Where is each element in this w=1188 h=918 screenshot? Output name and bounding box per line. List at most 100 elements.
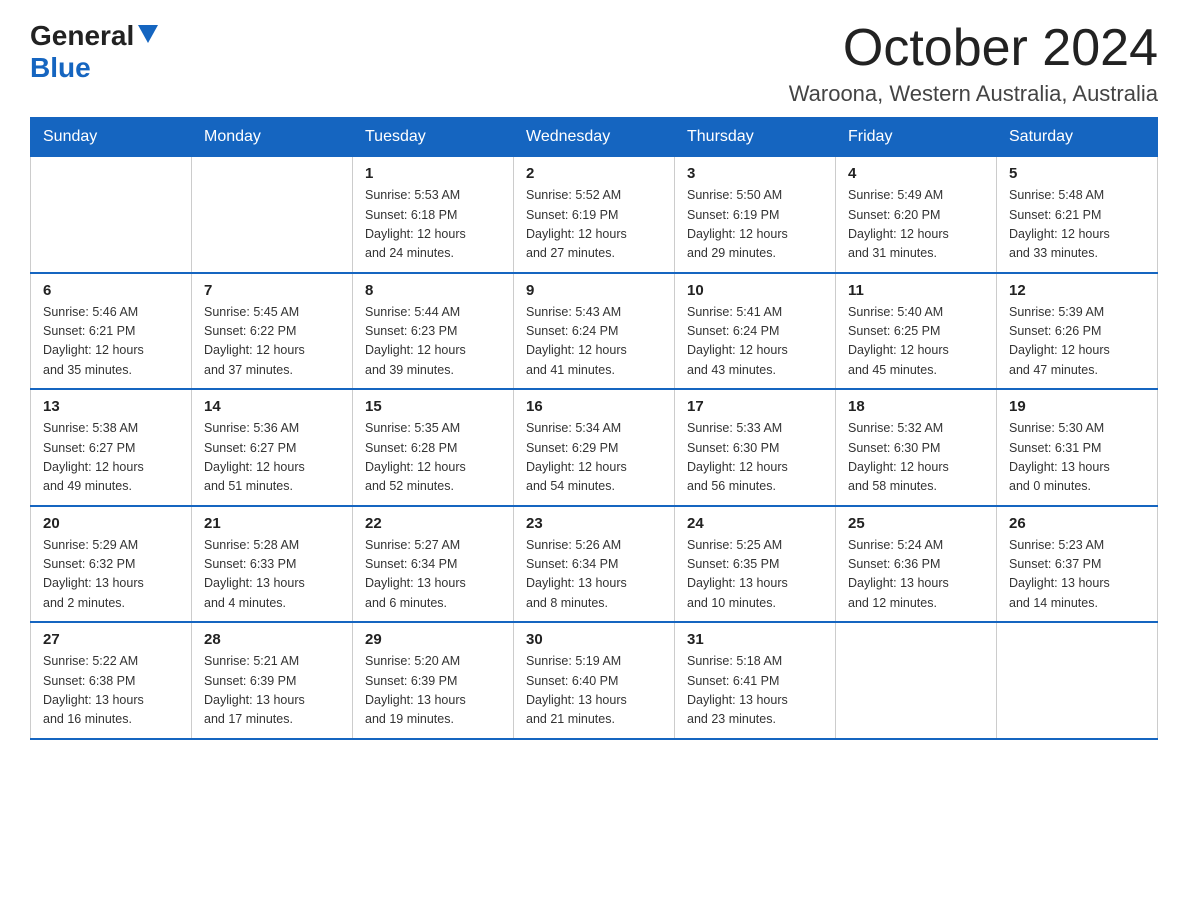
- day-info: Sunrise: 5:39 AMSunset: 6:26 PMDaylight:…: [1009, 303, 1145, 381]
- day-info: Sunrise: 5:43 AMSunset: 6:24 PMDaylight:…: [526, 303, 662, 381]
- day-info: Sunrise: 5:25 AMSunset: 6:35 PMDaylight:…: [687, 536, 823, 614]
- day-number: 16: [526, 398, 662, 415]
- day-number: 13: [43, 398, 179, 415]
- day-info: Sunrise: 5:45 AMSunset: 6:22 PMDaylight:…: [204, 303, 340, 381]
- day-number: 5: [1009, 165, 1145, 182]
- calendar-cell: 9 Sunrise: 5:43 AMSunset: 6:24 PMDaylight…: [514, 273, 675, 390]
- day-number: 30: [526, 631, 662, 648]
- day-number: 24: [687, 515, 823, 532]
- day-number: 9: [526, 282, 662, 299]
- calendar-cell: [997, 622, 1158, 739]
- calendar-cell: 14 Sunrise: 5:36 AMSunset: 6:27 PMDayligh…: [192, 389, 353, 506]
- month-title: October 2024: [789, 20, 1158, 77]
- logo-general-text: General: [30, 20, 134, 52]
- calendar-cell: 28 Sunrise: 5:21 AMSunset: 6:39 PMDayligh…: [192, 622, 353, 739]
- day-info: Sunrise: 5:36 AMSunset: 6:27 PMDaylight:…: [204, 419, 340, 497]
- weekday-header-monday: Monday: [192, 118, 353, 157]
- calendar-cell: 1 Sunrise: 5:53 AMSunset: 6:18 PMDaylight…: [353, 157, 514, 273]
- logo-blue-text: Blue: [30, 52, 91, 84]
- calendar-cell: [836, 622, 997, 739]
- day-number: 12: [1009, 282, 1145, 299]
- day-number: 25: [848, 515, 984, 532]
- day-number: 23: [526, 515, 662, 532]
- calendar-cell: 19Sunrise: 5:30 AMSunset: 6:31 PMDayligh…: [997, 389, 1158, 506]
- day-number: 29: [365, 631, 501, 648]
- calendar-cell: 31 Sunrise: 5:18 AMSunset: 6:41 PMDayligh…: [675, 622, 836, 739]
- calendar-cell: 3Sunrise: 5:50 AMSunset: 6:19 PMDaylight…: [675, 157, 836, 273]
- day-number: 22: [365, 515, 501, 532]
- calendar-cell: 13 Sunrise: 5:38 AMSunset: 6:27 PMDayligh…: [31, 389, 192, 506]
- day-number: 6: [43, 282, 179, 299]
- day-info: Sunrise: 5:32 AMSunset: 6:30 PMDaylight:…: [848, 419, 984, 497]
- day-info: Sunrise: 5:19 AMSunset: 6:40 PMDaylight:…: [526, 652, 662, 730]
- calendar-cell: 10Sunrise: 5:41 AMSunset: 6:24 PMDayligh…: [675, 273, 836, 390]
- day-number: 21: [204, 515, 340, 532]
- weekday-header-sunday: Sunday: [31, 118, 192, 157]
- calendar-cell: [192, 157, 353, 273]
- day-info: Sunrise: 5:21 AMSunset: 6:39 PMDaylight:…: [204, 652, 340, 730]
- weekday-header-saturday: Saturday: [997, 118, 1158, 157]
- day-info: Sunrise: 5:46 AMSunset: 6:21 PMDaylight:…: [43, 303, 179, 381]
- day-number: 11: [848, 282, 984, 299]
- calendar-week-row: 27 Sunrise: 5:22 AMSunset: 6:38 PMDayligh…: [31, 622, 1158, 739]
- day-info: Sunrise: 5:53 AMSunset: 6:18 PMDaylight:…: [365, 186, 501, 264]
- day-info: Sunrise: 5:44 AMSunset: 6:23 PMDaylight:…: [365, 303, 501, 381]
- day-number: 27: [43, 631, 179, 648]
- day-info: Sunrise: 5:34 AMSunset: 6:29 PMDaylight:…: [526, 419, 662, 497]
- day-info: Sunrise: 5:48 AMSunset: 6:21 PMDaylight:…: [1009, 186, 1145, 264]
- calendar-cell: 30 Sunrise: 5:19 AMSunset: 6:40 PMDayligh…: [514, 622, 675, 739]
- weekday-header-wednesday: Wednesday: [514, 118, 675, 157]
- calendar-cell: 5 Sunrise: 5:48 AMSunset: 6:21 PMDaylight…: [997, 157, 1158, 273]
- calendar-cell: 20Sunrise: 5:29 AMSunset: 6:32 PMDayligh…: [31, 506, 192, 623]
- calendar-cell: 8Sunrise: 5:44 AMSunset: 6:23 PMDaylight…: [353, 273, 514, 390]
- day-info: Sunrise: 5:22 AMSunset: 6:38 PMDaylight:…: [43, 652, 179, 730]
- day-info: Sunrise: 5:41 AMSunset: 6:24 PMDaylight:…: [687, 303, 823, 381]
- day-info: Sunrise: 5:24 AMSunset: 6:36 PMDaylight:…: [848, 536, 984, 614]
- calendar-table: SundayMondayTuesdayWednesdayThursdayFrid…: [30, 117, 1158, 740]
- day-info: Sunrise: 5:33 AMSunset: 6:30 PMDaylight:…: [687, 419, 823, 497]
- day-number: 18: [848, 398, 984, 415]
- day-number: 28: [204, 631, 340, 648]
- title-section: October 2024 Waroona, Western Australia,…: [789, 20, 1158, 107]
- day-number: 1: [365, 165, 501, 182]
- day-info: Sunrise: 5:38 AMSunset: 6:27 PMDaylight:…: [43, 419, 179, 497]
- calendar-cell: 2 Sunrise: 5:52 AMSunset: 6:19 PMDaylight…: [514, 157, 675, 273]
- day-number: 17: [687, 398, 823, 415]
- logo-triangle-icon: [138, 25, 158, 47]
- calendar-cell: [31, 157, 192, 273]
- calendar-cell: 25 Sunrise: 5:24 AMSunset: 6:36 PMDayligh…: [836, 506, 997, 623]
- page-header: General Blue October 2024 Waroona, Weste…: [30, 20, 1158, 107]
- day-number: 14: [204, 398, 340, 415]
- calendar-week-row: 20Sunrise: 5:29 AMSunset: 6:32 PMDayligh…: [31, 506, 1158, 623]
- location-title: Waroona, Western Australia, Australia: [789, 81, 1158, 107]
- calendar-cell: 15 Sunrise: 5:35 AMSunset: 6:28 PMDayligh…: [353, 389, 514, 506]
- day-info: Sunrise: 5:23 AMSunset: 6:37 PMDaylight:…: [1009, 536, 1145, 614]
- day-number: 15: [365, 398, 501, 415]
- day-info: Sunrise: 5:35 AMSunset: 6:28 PMDaylight:…: [365, 419, 501, 497]
- day-info: Sunrise: 5:52 AMSunset: 6:19 PMDaylight:…: [526, 186, 662, 264]
- day-info: Sunrise: 5:50 AMSunset: 6:19 PMDaylight:…: [687, 186, 823, 264]
- day-number: 20: [43, 515, 179, 532]
- day-number: 2: [526, 165, 662, 182]
- calendar-cell: 11Sunrise: 5:40 AMSunset: 6:25 PMDayligh…: [836, 273, 997, 390]
- calendar-cell: 23 Sunrise: 5:26 AMSunset: 6:34 PMDayligh…: [514, 506, 675, 623]
- calendar-cell: 24 Sunrise: 5:25 AMSunset: 6:35 PMDayligh…: [675, 506, 836, 623]
- calendar-cell: 17 Sunrise: 5:33 AMSunset: 6:30 PMDayligh…: [675, 389, 836, 506]
- day-number: 26: [1009, 515, 1145, 532]
- day-number: 4: [848, 165, 984, 182]
- calendar-cell: 6 Sunrise: 5:46 AMSunset: 6:21 PMDaylight…: [31, 273, 192, 390]
- calendar-cell: 21Sunrise: 5:28 AMSunset: 6:33 PMDayligh…: [192, 506, 353, 623]
- calendar-cell: 29 Sunrise: 5:20 AMSunset: 6:39 PMDayligh…: [353, 622, 514, 739]
- calendar-week-row: 1 Sunrise: 5:53 AMSunset: 6:18 PMDaylight…: [31, 157, 1158, 273]
- calendar-cell: 7Sunrise: 5:45 AMSunset: 6:22 PMDaylight…: [192, 273, 353, 390]
- day-info: Sunrise: 5:20 AMSunset: 6:39 PMDaylight:…: [365, 652, 501, 730]
- calendar-week-row: 13 Sunrise: 5:38 AMSunset: 6:27 PMDayligh…: [31, 389, 1158, 506]
- weekday-header-thursday: Thursday: [675, 118, 836, 157]
- calendar-header-row: SundayMondayTuesdayWednesdayThursdayFrid…: [31, 118, 1158, 157]
- weekday-header-tuesday: Tuesday: [353, 118, 514, 157]
- calendar-cell: 18 Sunrise: 5:32 AMSunset: 6:30 PMDayligh…: [836, 389, 997, 506]
- day-info: Sunrise: 5:26 AMSunset: 6:34 PMDaylight:…: [526, 536, 662, 614]
- day-number: 31: [687, 631, 823, 648]
- day-info: Sunrise: 5:27 AMSunset: 6:34 PMDaylight:…: [365, 536, 501, 614]
- day-info: Sunrise: 5:18 AMSunset: 6:41 PMDaylight:…: [687, 652, 823, 730]
